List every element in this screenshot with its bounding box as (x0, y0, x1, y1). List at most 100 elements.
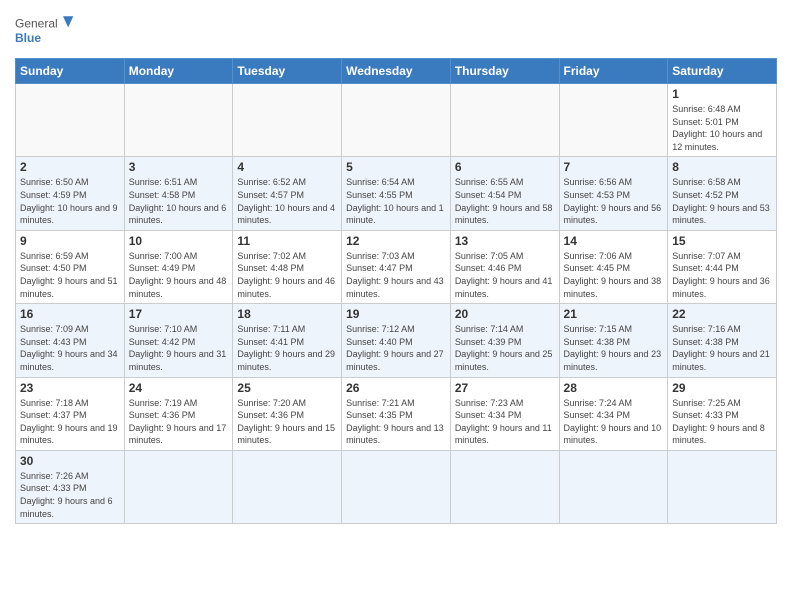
day-info: Sunrise: 6:56 AM Sunset: 4:53 PM Dayligh… (564, 176, 664, 226)
day-info: Sunrise: 7:02 AM Sunset: 4:48 PM Dayligh… (237, 250, 337, 300)
weekday-header-saturday: Saturday (668, 59, 777, 84)
calendar-cell: 1 Sunrise: 6:48 AM Sunset: 5:01 PM Daylig… (668, 84, 777, 157)
page: General Blue SundayMondayTuesdayWednesda… (0, 0, 792, 612)
calendar-cell: 15Sunrise: 7:07 AM Sunset: 4:44 PM Dayli… (668, 230, 777, 303)
weekday-header-monday: Monday (124, 59, 233, 84)
calendar-cell: 20 Sunrise: 7:14 AM Sunset: 4:39 PM Dayli… (450, 304, 559, 377)
day-number: 11 (237, 234, 337, 248)
day-number: 2 (20, 160, 120, 174)
weekday-header-sunday: Sunday (16, 59, 125, 84)
calendar-cell: 5 Sunrise: 6:54 AM Sunset: 4:55 PM Daylig… (342, 157, 451, 230)
calendar-cell: 13 Sunrise: 7:05 AM Sunset: 4:46 PM Dayli… (450, 230, 559, 303)
calendar-cell (450, 450, 559, 523)
calendar-cell: 27 Sunrise: 7:23 AM Sunset: 4:34 PM Dayli… (450, 377, 559, 450)
calendar-cell: 4 Sunrise: 6:52 AM Sunset: 4:57 PM Daylig… (233, 157, 342, 230)
day-number: 3 (129, 160, 229, 174)
day-number: 28 (564, 381, 664, 395)
day-info: Sunrise: 7:00 AM Sunset: 4:49 PM Dayligh… (129, 250, 229, 300)
calendar-cell: 2 Sunrise: 6:50 AM Sunset: 4:59 PM Daylig… (16, 157, 125, 230)
day-number: 22 (672, 307, 772, 321)
calendar-cell: 29Sunrise: 7:25 AM Sunset: 4:33 PM Dayli… (668, 377, 777, 450)
day-number: 26 (346, 381, 446, 395)
day-info: Sunrise: 7:20 AM Sunset: 4:36 PM Dayligh… (237, 397, 337, 447)
calendar-cell: 10 Sunrise: 7:00 AM Sunset: 4:49 PM Dayli… (124, 230, 233, 303)
calendar-cell: 25Sunrise: 7:20 AM Sunset: 4:36 PM Dayli… (233, 377, 342, 450)
day-number: 12 (346, 234, 446, 248)
calendar-cell (233, 450, 342, 523)
weekday-header-row: SundayMondayTuesdayWednesdayThursdayFrid… (16, 59, 777, 84)
calendar-cell: 9 Sunrise: 6:59 AM Sunset: 4:50 PM Daylig… (16, 230, 125, 303)
day-info: Sunrise: 7:12 AM Sunset: 4:40 PM Dayligh… (346, 323, 446, 373)
day-info: Sunrise: 7:16 AM Sunset: 4:38 PM Dayligh… (672, 323, 772, 373)
day-number: 13 (455, 234, 555, 248)
header: General Blue (15, 10, 777, 50)
day-number: 15 (672, 234, 772, 248)
calendar-cell: 16 Sunrise: 7:09 AM Sunset: 4:43 PM Dayli… (16, 304, 125, 377)
day-number: 4 (237, 160, 337, 174)
day-info: Sunrise: 7:11 AM Sunset: 4:41 PM Dayligh… (237, 323, 337, 373)
week-row-6: 30 Sunrise: 7:26 AM Sunset: 4:33 PM Dayli… (16, 450, 777, 523)
calendar-cell: 3 Sunrise: 6:51 AM Sunset: 4:58 PM Daylig… (124, 157, 233, 230)
day-info: Sunrise: 7:26 AM Sunset: 4:33 PM Dayligh… (20, 470, 120, 520)
day-info: Sunrise: 7:05 AM Sunset: 4:46 PM Dayligh… (455, 250, 555, 300)
calendar-cell (559, 450, 668, 523)
calendar-cell (342, 84, 451, 157)
calendar-cell: 28Sunrise: 7:24 AM Sunset: 4:34 PM Dayli… (559, 377, 668, 450)
weekday-header-tuesday: Tuesday (233, 59, 342, 84)
calendar-cell: 22 Sunrise: 7:16 AM Sunset: 4:38 PM Dayli… (668, 304, 777, 377)
calendar-cell: 14 Sunrise: 7:06 AM Sunset: 4:45 PM Dayli… (559, 230, 668, 303)
day-number: 27 (455, 381, 555, 395)
day-number: 24 (129, 381, 229, 395)
logo: General Blue (15, 10, 75, 50)
weekday-header-thursday: Thursday (450, 59, 559, 84)
calendar-cell: 23Sunrise: 7:18 AM Sunset: 4:37 PM Dayli… (16, 377, 125, 450)
calendar-cell (233, 84, 342, 157)
calendar-cell (16, 84, 125, 157)
day-number: 23 (20, 381, 120, 395)
day-info: Sunrise: 6:54 AM Sunset: 4:55 PM Dayligh… (346, 176, 446, 226)
calendar-cell: 18 Sunrise: 7:11 AM Sunset: 4:41 PM Dayli… (233, 304, 342, 377)
day-info: Sunrise: 6:52 AM Sunset: 4:57 PM Dayligh… (237, 176, 337, 226)
day-number: 5 (346, 160, 446, 174)
calendar-cell: 7Sunrise: 6:56 AM Sunset: 4:53 PM Daylig… (559, 157, 668, 230)
day-info: Sunrise: 6:59 AM Sunset: 4:50 PM Dayligh… (20, 250, 120, 300)
day-info: Sunrise: 7:19 AM Sunset: 4:36 PM Dayligh… (129, 397, 229, 447)
calendar-cell: 17Sunrise: 7:10 AM Sunset: 4:42 PM Dayli… (124, 304, 233, 377)
calendar-cell (559, 84, 668, 157)
day-number: 18 (237, 307, 337, 321)
day-number: 10 (129, 234, 229, 248)
day-info: Sunrise: 6:50 AM Sunset: 4:59 PM Dayligh… (20, 176, 120, 226)
calendar-cell: 11 Sunrise: 7:02 AM Sunset: 4:48 PM Dayli… (233, 230, 342, 303)
day-info: Sunrise: 6:51 AM Sunset: 4:58 PM Dayligh… (129, 176, 229, 226)
day-number: 30 (20, 454, 120, 468)
week-row-3: 9 Sunrise: 6:59 AM Sunset: 4:50 PM Daylig… (16, 230, 777, 303)
calendar-cell: 30 Sunrise: 7:26 AM Sunset: 4:33 PM Dayli… (16, 450, 125, 523)
calendar-cell (342, 450, 451, 523)
week-row-5: 23Sunrise: 7:18 AM Sunset: 4:37 PM Dayli… (16, 377, 777, 450)
calendar-cell: 19 Sunrise: 7:12 AM Sunset: 4:40 PM Dayli… (342, 304, 451, 377)
weekday-header-wednesday: Wednesday (342, 59, 451, 84)
day-info: Sunrise: 7:09 AM Sunset: 4:43 PM Dayligh… (20, 323, 120, 373)
day-info: Sunrise: 6:55 AM Sunset: 4:54 PM Dayligh… (455, 176, 555, 226)
day-info: Sunrise: 6:58 AM Sunset: 4:52 PM Dayligh… (672, 176, 772, 226)
calendar-cell: 26 Sunrise: 7:21 AM Sunset: 4:35 PM Dayli… (342, 377, 451, 450)
day-number: 14 (564, 234, 664, 248)
day-info: Sunrise: 7:06 AM Sunset: 4:45 PM Dayligh… (564, 250, 664, 300)
day-number: 19 (346, 307, 446, 321)
day-number: 20 (455, 307, 555, 321)
day-info: Sunrise: 7:21 AM Sunset: 4:35 PM Dayligh… (346, 397, 446, 447)
week-row-1: 1 Sunrise: 6:48 AM Sunset: 5:01 PM Daylig… (16, 84, 777, 157)
day-info: Sunrise: 7:25 AM Sunset: 4:33 PM Dayligh… (672, 397, 772, 447)
calendar-cell: 8 Sunrise: 6:58 AM Sunset: 4:52 PM Daylig… (668, 157, 777, 230)
day-info: Sunrise: 7:14 AM Sunset: 4:39 PM Dayligh… (455, 323, 555, 373)
day-info: Sunrise: 7:23 AM Sunset: 4:34 PM Dayligh… (455, 397, 555, 447)
day-number: 1 (672, 87, 772, 101)
day-number: 16 (20, 307, 120, 321)
day-info: Sunrise: 7:10 AM Sunset: 4:42 PM Dayligh… (129, 323, 229, 373)
calendar-cell: 21Sunrise: 7:15 AM Sunset: 4:38 PM Dayli… (559, 304, 668, 377)
day-number: 8 (672, 160, 772, 174)
day-number: 9 (20, 234, 120, 248)
week-row-2: 2 Sunrise: 6:50 AM Sunset: 4:59 PM Daylig… (16, 157, 777, 230)
calendar-cell (124, 84, 233, 157)
day-info: Sunrise: 6:48 AM Sunset: 5:01 PM Dayligh… (672, 103, 772, 153)
